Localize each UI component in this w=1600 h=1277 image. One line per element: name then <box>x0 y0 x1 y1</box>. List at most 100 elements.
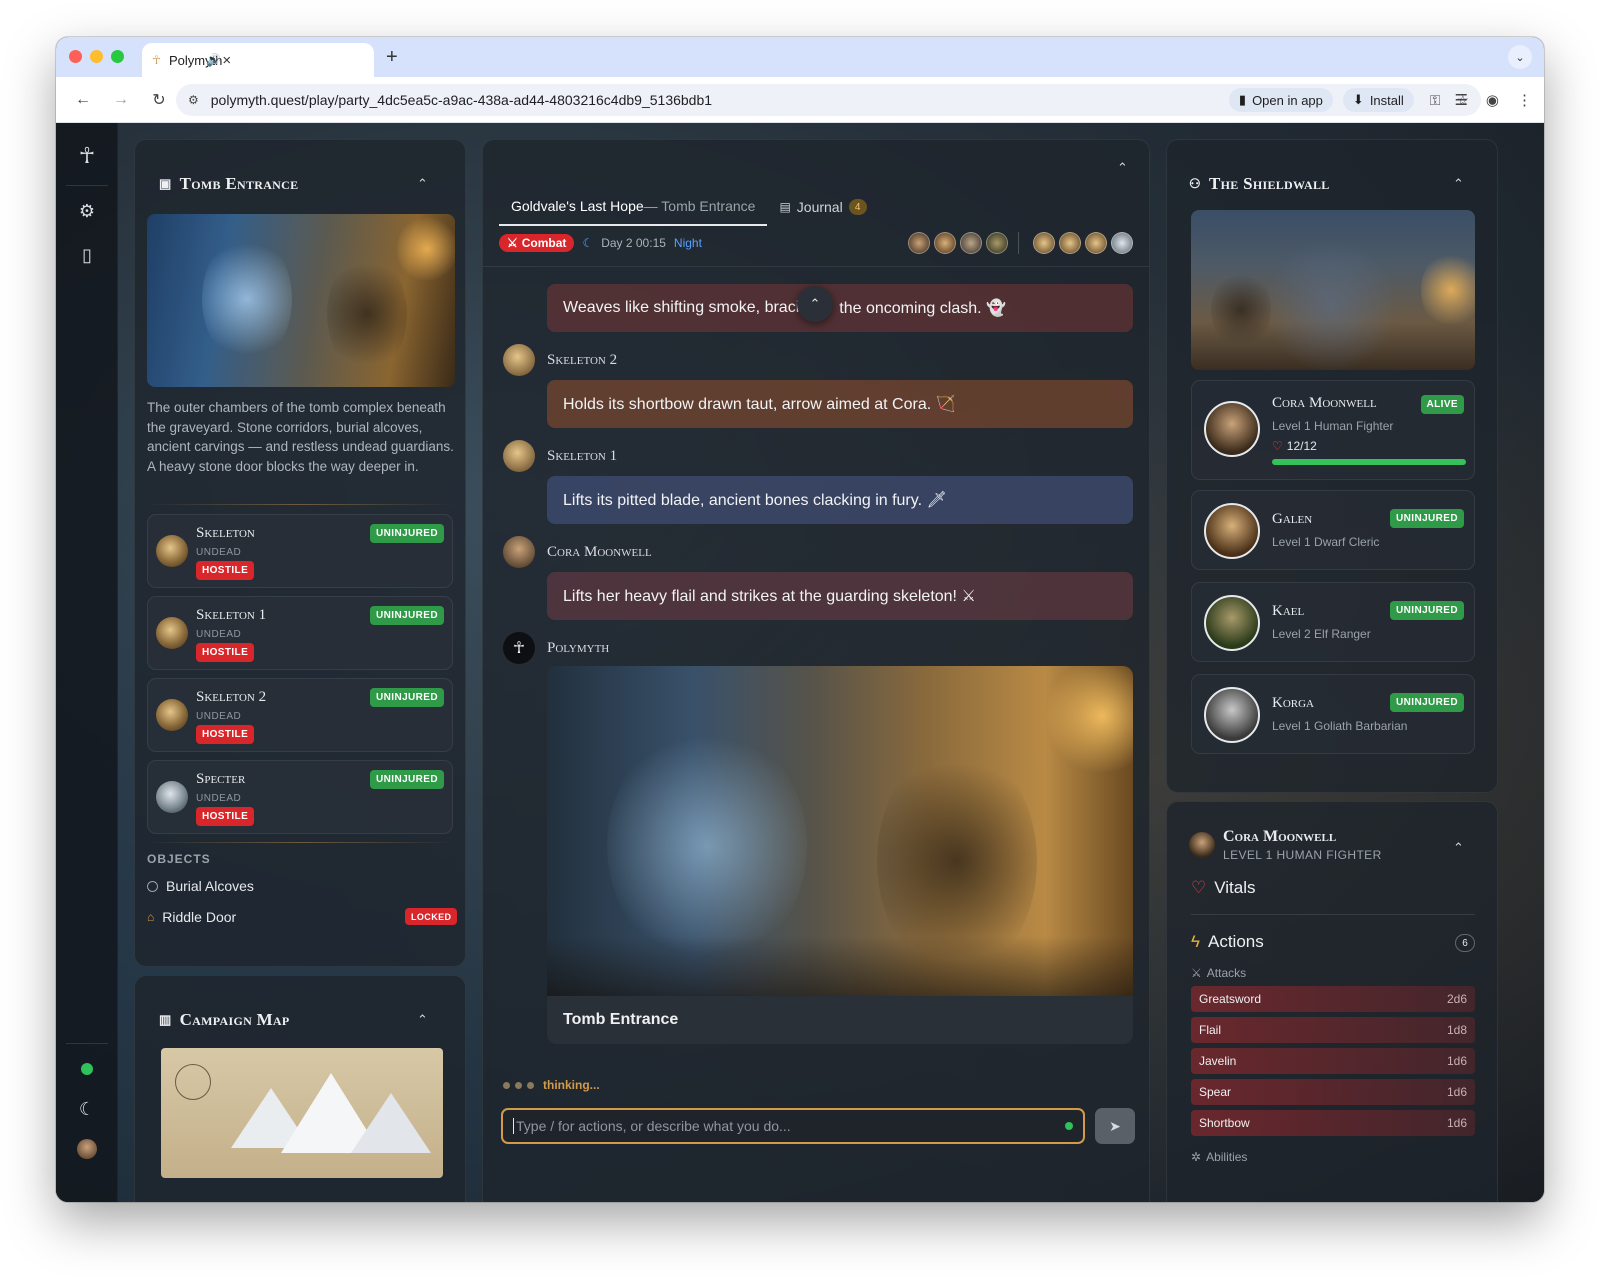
collapse-chevron-icon[interactable]: ⌃ <box>417 176 428 192</box>
install-icon: ⬇ <box>1352 92 1364 107</box>
online-status-icon <box>56 1059 118 1080</box>
vitals-section[interactable]: ♡ Vitals <box>1191 878 1256 898</box>
party-member-card[interactable]: Cora Moonwell Level 1 Human Fighter ♡ 12… <box>1191 380 1475 480</box>
party-member-card[interactable]: Kael Level 2 Elf Ranger UNINJURED <box>1191 582 1475 662</box>
status-badge: UNINJURED <box>1390 693 1464 712</box>
attack-row[interactable]: Flail 1d8 <box>1191 1017 1475 1043</box>
object-item[interactable]: Burial Alcoves <box>147 878 254 894</box>
sword-icon: ⚔ <box>1191 966 1202 980</box>
party-member-card[interactable]: Galen Level 1 Dwarf Cleric UNINJURED <box>1191 490 1475 570</box>
forward-icon[interactable]: → <box>110 91 132 109</box>
back-icon[interactable]: ← <box>72 91 94 109</box>
install-button[interactable]: ⬇ Install <box>1342 88 1414 112</box>
speaker-icon[interactable]: 🔊 <box>206 53 221 68</box>
ankh-favicon-icon: ☥ <box>152 53 161 67</box>
scene-illustration <box>147 214 455 387</box>
collapse-chevron-icon[interactable]: ⌃ <box>1453 840 1464 856</box>
heart-icon: ♡ <box>1191 878 1207 897</box>
campaign-map-image[interactable] <box>161 1048 443 1178</box>
moon-theme-icon[interactable]: ☾ <box>56 1099 118 1120</box>
kebab-menu-icon[interactable]: ⋮ <box>1517 91 1532 109</box>
address-bar[interactable]: ⚙ polymyth.quest/play/party_4dc5ea5c-a9a… <box>176 84 1481 116</box>
enemy-avatar[interactable] <box>1059 232 1081 254</box>
scene-image[interactable] <box>547 666 1133 996</box>
send-button[interactable]: ➤ <box>1095 1108 1135 1144</box>
character-name: Cora Moonwell <box>1223 828 1337 845</box>
collapse-chevron-icon[interactable]: ⌃ <box>1117 160 1128 176</box>
polymyth-ankh-icon: ☥ <box>503 632 535 664</box>
combat-badge[interactable]: ⚔ Combat <box>499 234 575 252</box>
tab-story[interactable]: Goldvale's Last Hope— Tomb Entrance <box>499 194 768 226</box>
specter-avatar <box>156 781 188 813</box>
party-member-card[interactable]: Korga Level 1 Goliath Barbarian UNINJURE… <box>1191 674 1475 754</box>
speaker-name: Skeleton 1 <box>547 448 618 464</box>
browser-tab[interactable]: ☥ Polymyth 🔊 × <box>142 43 374 77</box>
attack-row[interactable]: Javelin 1d6 <box>1191 1048 1475 1074</box>
objects-label: OBJECTS <box>147 852 211 866</box>
collapse-chevron-icon[interactable]: ⌃ <box>417 1012 428 1028</box>
creature-card[interactable]: Skeleton UNDEAD HOSTILE UNINJURED <box>147 514 453 588</box>
maximize-window-button[interactable] <box>111 50 124 63</box>
close-window-button[interactable] <box>69 50 82 63</box>
user-avatar[interactable] <box>56 1139 118 1164</box>
party-panel-title: ⚇ The Shieldwall <box>1189 174 1330 193</box>
tab-strip: ☥ Polymyth 🔊 × + ⌄ <box>56 37 1544 77</box>
skull-avatar <box>156 617 188 649</box>
browser-toolbar: ← → ↻ ⚙ polymyth.quest/play/party_4dc5ea… <box>56 77 1544 123</box>
scene-description: The outer chambers of the tomb complex b… <box>147 400 454 474</box>
party-avatar[interactable] <box>934 232 956 254</box>
enemy-avatar[interactable] <box>1111 232 1133 254</box>
open-in-app-button[interactable]: ▮ Open in app <box>1228 88 1333 112</box>
chat-tabs: Goldvale's Last Hope— Tomb Entrance ▤ Jo… <box>499 194 879 226</box>
status-badge: UNINJURED <box>370 524 444 543</box>
enemy-avatar[interactable] <box>1085 232 1107 254</box>
actions-count-badge: 6 <box>1455 934 1475 952</box>
scene-panel-title: ▣ Tomb Entrance <box>159 174 299 193</box>
status-badge: UNINJURED <box>370 770 444 789</box>
attack-row[interactable]: Greatsword 2d6 <box>1191 986 1475 1012</box>
actions-section[interactable]: ϟ Actions <box>1191 932 1264 952</box>
tab-search-icon[interactable]: ⌄ <box>1508 45 1532 69</box>
password-key-icon[interactable]: ⚿ <box>1430 92 1441 109</box>
status-badge: UNINJURED <box>370 688 444 707</box>
reading-list-icon[interactable]: ☰ <box>1454 91 1467 109</box>
scroll-up-button[interactable]: ⌃ <box>797 286 833 322</box>
hostile-badge: HOSTILE <box>196 725 255 744</box>
party-avatar[interactable] <box>986 232 1008 254</box>
combat-status-row: ⚔ Combat ☾ Day 2 00:15 Night <box>499 234 702 252</box>
hp-readout: ♡ 12/12 <box>1272 439 1317 453</box>
creature-card[interactable]: Skeleton 2 UNDEAD HOSTILE UNINJURED <box>147 678 453 752</box>
crossed-swords-icon: ⚔ <box>507 236 518 250</box>
korga-portrait <box>1204 687 1260 743</box>
circle-icon <box>147 880 158 892</box>
scene-panel: ▣ Tomb Entrance ⌃ The outer chambers of … <box>134 139 466 967</box>
tab-journal[interactable]: ▤ Journal 4 <box>767 195 878 225</box>
chat-panel: ⌃ Goldvale's Last Hope— Tomb Entrance ▤ … <box>482 139 1150 1202</box>
minimize-window-button[interactable] <box>90 50 103 63</box>
attack-row[interactable]: Spear 1d6 <box>1191 1079 1475 1105</box>
collapse-chevron-icon[interactable]: ⌃ <box>1453 176 1464 192</box>
close-tab-icon[interactable]: × <box>222 52 231 69</box>
reload-icon[interactable]: ↻ <box>148 90 170 110</box>
party-avatar[interactable] <box>960 232 982 254</box>
enemy-avatar[interactable] <box>1033 232 1055 254</box>
heart-icon: ♡ <box>1272 439 1283 453</box>
action-input[interactable]: Type / for actions, or describe what you… <box>501 1108 1085 1144</box>
attack-row[interactable]: Shortbow 1d6 <box>1191 1110 1475 1136</box>
new-tab-button[interactable]: + <box>386 46 398 69</box>
site-info-icon[interactable]: ⚙ <box>188 93 199 107</box>
settings-gear-icon[interactable]: ⚙ <box>56 201 118 222</box>
party-avatar[interactable] <box>908 232 930 254</box>
thinking-indicator: thinking... <box>503 1078 600 1092</box>
status-badge: UNINJURED <box>1390 509 1464 528</box>
journal-count-badge: 4 <box>848 199 867 215</box>
creature-card[interactable]: Skeleton 1 UNDEAD HOSTILE UNINJURED <box>147 596 453 670</box>
profile-icon[interactable]: ◉ <box>1486 91 1499 109</box>
device-icon[interactable]: ▯ <box>56 245 118 266</box>
creature-card[interactable]: Specter UNDEAD HOSTILE UNINJURED <box>147 760 453 834</box>
left-rail: ☥ ⚙ ▯ ☾ <box>56 123 118 1202</box>
narrator-name: Polymyth <box>547 640 610 656</box>
initiative-avatars <box>904 232 1133 254</box>
object-item[interactable]: ⌂ Riddle Door <box>147 909 236 925</box>
ankh-logo-icon[interactable]: ☥ <box>56 143 118 169</box>
